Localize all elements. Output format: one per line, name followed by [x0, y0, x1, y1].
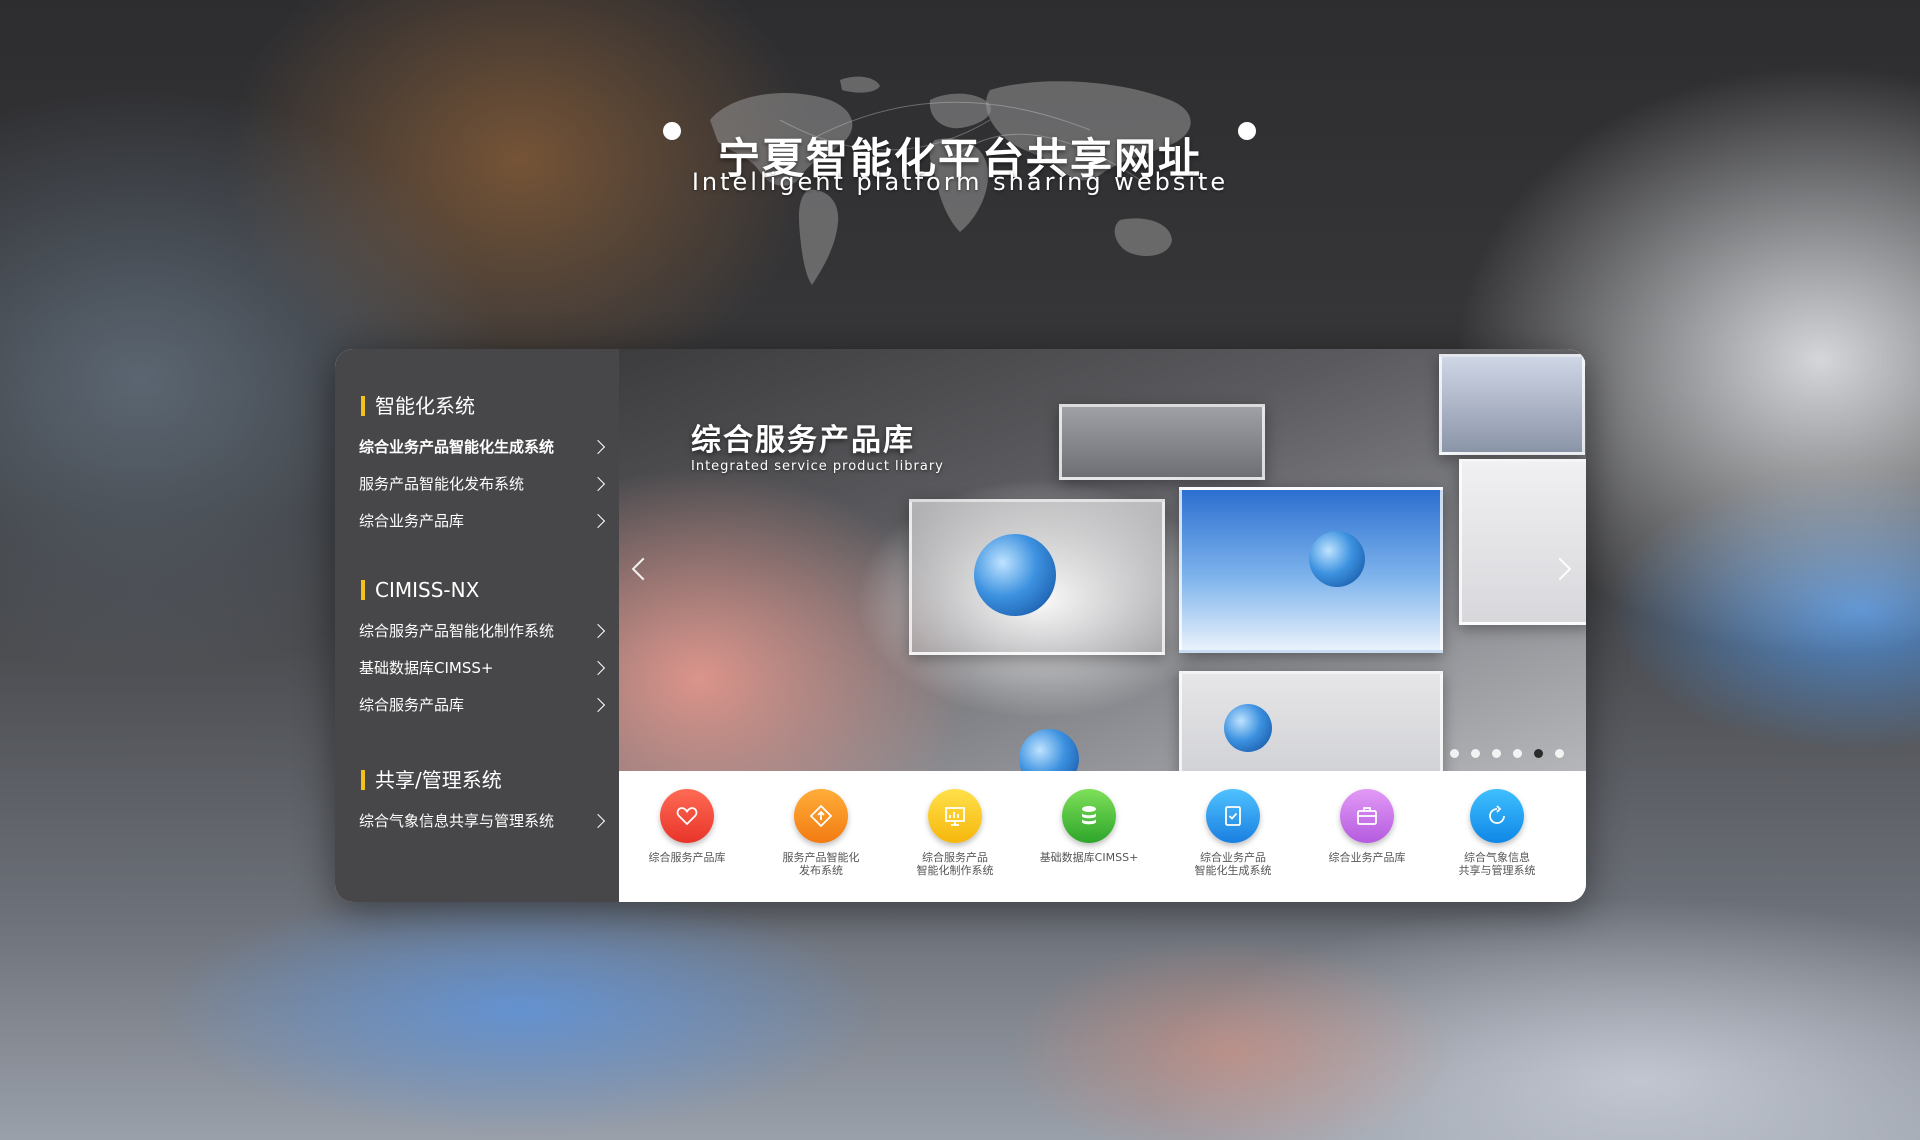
banner-decor-frame	[1459, 459, 1586, 625]
carousel-dot[interactable]	[1491, 749, 1501, 758]
document-check-icon	[1206, 789, 1260, 843]
chevron-right-icon	[590, 476, 606, 492]
sidebar-item-label: 综合业务产品库	[359, 512, 465, 530]
globe-graphic	[1224, 704, 1272, 752]
carousel-dot-active[interactable]	[1533, 749, 1543, 758]
chevron-right-icon	[590, 813, 606, 829]
carousel-dot[interactable]	[1449, 749, 1459, 758]
carousel-prev-arrow-icon[interactable]	[631, 557, 655, 581]
quick-link-label: 综合服务产品库	[648, 851, 726, 864]
banner-title: 综合服务产品库	[691, 423, 915, 458]
carousel-dot[interactable]	[1555, 749, 1564, 758]
page-header: 宁夏智能化平台共享网址 Intelligent platform sharing…	[0, 50, 1920, 300]
quick-link-label: 综合业务产品库	[1328, 851, 1406, 864]
page-subtitle: Intelligent platform sharing website	[691, 168, 1229, 196]
quick-link-label: 综合气象信息 共享与管理系统	[1458, 851, 1536, 877]
quick-link-service-product-publish[interactable]: 服务产品智能化 发布系统	[753, 789, 889, 877]
sidebar-section-cimiss: CIMISS-NX 综合服务产品智能化制作系统 基础数据库CIMSS+ 综合服务…	[335, 575, 619, 724]
sidebar-section-sharing: 共享/管理系统 综合气象信息共享与管理系统	[335, 765, 619, 840]
quick-link-service-product-library[interactable]: 综合服务产品库	[619, 789, 755, 864]
sidebar-section-intelligent: 智能化系统 综合业务产品智能化生成系统 服务产品智能化发布系统 综合业务产品库	[335, 391, 619, 540]
quick-link-base-database[interactable]: 基础数据库CIMSS+	[1021, 789, 1157, 864]
sidebar-item-label: 综合业务产品智能化生成系统	[359, 438, 555, 456]
sidebar-item-label: 基础数据库CIMSS+	[359, 659, 494, 677]
chevron-right-icon	[590, 623, 606, 639]
quick-link-label: 基础数据库CIMSS+	[1039, 851, 1139, 864]
quick-link-meteorological-sharing[interactable]: 综合气象信息 共享与管理系统	[1429, 789, 1565, 877]
sidebar-item-meteorological-sharing[interactable]: 综合气象信息共享与管理系统	[359, 803, 609, 840]
globe-graphic	[1019, 729, 1079, 771]
heart-icon	[660, 789, 714, 843]
chevron-right-icon	[590, 660, 606, 676]
chevron-right-icon	[590, 439, 606, 455]
banner-subtitle: Integrated service product library	[691, 459, 944, 474]
sidebar: 智能化系统 综合业务产品智能化生成系统 服务产品智能化发布系统 综合业务产品库 …	[335, 349, 619, 902]
quick-link-business-product-library[interactable]: 综合业务产品库	[1299, 789, 1435, 864]
sidebar-item-business-product-library[interactable]: 综合业务产品库	[359, 503, 609, 540]
quick-link-label: 综合业务产品 智能化生成系统	[1194, 851, 1272, 877]
sidebar-item-base-database[interactable]: 基础数据库CIMSS+	[359, 650, 609, 687]
carousel-dot[interactable]	[1512, 749, 1522, 758]
monitor-chart-icon	[928, 789, 982, 843]
quick-link-label: 服务产品智能化 发布系统	[782, 851, 860, 877]
quick-link-service-product-production[interactable]: 综合服务产品 智能化制作系统	[887, 789, 1023, 877]
carousel-pagination	[1443, 749, 1564, 759]
sidebar-item-label: 综合服务产品智能化制作系统	[359, 622, 555, 640]
banner-decor-frame	[1059, 404, 1265, 480]
globe-graphic	[974, 534, 1056, 616]
sidebar-item-label: 综合气象信息共享与管理系统	[359, 812, 555, 830]
sidebar-item-business-product-generation[interactable]: 综合业务产品智能化生成系统	[359, 429, 609, 466]
sidebar-heading: 共享/管理系统	[361, 765, 619, 795]
sidebar-item-service-product-library[interactable]: 综合服务产品库	[359, 687, 609, 724]
briefcase-icon	[1340, 789, 1394, 843]
sidebar-item-service-product-publish[interactable]: 服务产品智能化发布系统	[359, 466, 609, 503]
quick-links-strip: 综合服务产品库 服务产品智能化 发布系统 综合服务产品 智能化制作系统 基础数据…	[619, 771, 1586, 902]
refresh-cycle-icon	[1470, 789, 1524, 843]
quick-link-business-product-generation[interactable]: 综合业务产品 智能化生成系统	[1165, 789, 1301, 877]
sidebar-item-service-product-production[interactable]: 综合服务产品智能化制作系统	[359, 613, 609, 650]
sidebar-heading: 智能化系统	[361, 391, 619, 421]
quick-link-label: 综合服务产品 智能化制作系统	[916, 851, 994, 877]
banner-decor-frame	[1439, 354, 1585, 455]
banner-decor-frame	[1179, 671, 1443, 771]
sidebar-item-label: 综合服务产品库	[359, 696, 465, 714]
chevron-right-icon	[590, 697, 606, 713]
main-panel: 智能化系统 综合业务产品智能化生成系统 服务产品智能化发布系统 综合业务产品库 …	[335, 349, 1586, 902]
globe-graphic	[1309, 531, 1365, 587]
sidebar-item-label: 服务产品智能化发布系统	[359, 475, 525, 493]
database-icon	[1062, 789, 1116, 843]
chevron-right-icon	[590, 513, 606, 529]
banner-carousel: 综合服务产品库 Integrated service product libra…	[619, 349, 1586, 771]
upload-diamond-icon	[794, 789, 848, 843]
sidebar-heading: CIMISS-NX	[361, 575, 619, 605]
carousel-dot[interactable]	[1470, 749, 1480, 758]
